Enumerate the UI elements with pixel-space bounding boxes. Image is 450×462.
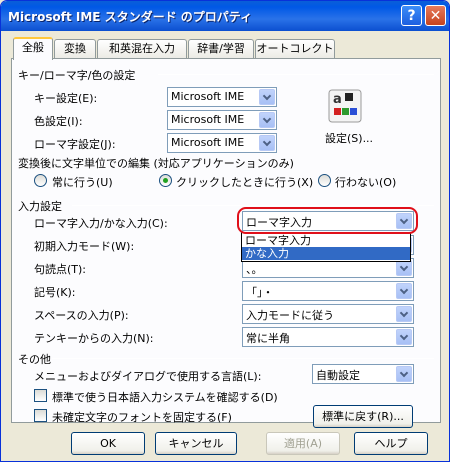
chevron-down-icon[interactable] <box>259 89 275 105</box>
divider <box>72 205 434 206</box>
dropdown-option-selected[interactable]: かな入力 <box>242 247 410 260</box>
key-setting-label: キー設定(E): <box>34 92 98 105</box>
ok-button[interactable]: OK <box>71 432 145 455</box>
window-title: Microsoft IME スタンダード のプロパティ <box>8 10 253 24</box>
ime-settings-icon[interactable]: a <box>327 88 363 124</box>
language-label: メニューおよびダイアログで使用する言語(L): <box>34 370 262 383</box>
title-bar[interactable]: Microsoft IME スタンダード のプロパティ ? ✕ <box>1 1 449 31</box>
numpad-input-select[interactable]: 常に半角 <box>242 327 414 347</box>
romaji-setting-label: ローマ字設定(J): <box>34 138 116 151</box>
svg-text:a: a <box>333 92 342 107</box>
kana-mode-dropdown-list[interactable]: ローマ字入力 かな入力 <box>241 232 411 262</box>
tab-dictionary[interactable]: 辞書/学習 <box>188 39 254 58</box>
apply-button[interactable]: 適用(A) <box>266 432 340 455</box>
chevron-down-icon[interactable] <box>259 112 275 128</box>
chevron-down-icon[interactable] <box>396 366 412 382</box>
color-setting-label: 色設定(I): <box>34 115 83 128</box>
romaji-setting-select[interactable]: Microsoft IME <box>167 133 277 153</box>
cancel-button[interactable]: キャンセル <box>155 432 237 455</box>
tab-general[interactable]: 全般 <box>13 37 53 60</box>
chevron-down-icon[interactable] <box>396 329 412 345</box>
input-section-title: 入力設定 <box>18 200 62 213</box>
radio-never-label[interactable]: 行わない(O) <box>335 174 396 190</box>
chevron-down-icon[interactable] <box>396 306 412 322</box>
confirm-ime-checkbox[interactable] <box>34 389 47 402</box>
numpad-input-label: テンキーからの入力(N): <box>34 332 154 345</box>
confirm-ime-label[interactable]: 標準で使う日本語入力システムを確認する(D) <box>52 389 278 405</box>
reset-default-button[interactable]: 標準に戻す(R)... <box>313 405 413 428</box>
divider <box>52 358 434 359</box>
space-input-label: スペースの入力(P): <box>34 309 129 322</box>
select-value: Microsoft IME <box>171 136 245 149</box>
language-select[interactable]: 自動設定 <box>312 364 414 384</box>
radio-on-click[interactable] <box>159 174 172 187</box>
select-value: 常に半角 <box>246 332 290 345</box>
tab-mixed-input[interactable]: 和英混在入力 <box>97 39 187 58</box>
select-value: 「」・ <box>246 286 274 299</box>
divider <box>158 74 434 75</box>
select-value: 自動設定 <box>316 369 360 382</box>
edit-section-title: 変換後に文字単位での編集 (対応アプリケーションのみ) <box>18 157 294 170</box>
key-section-title: キー/ローマ字/色の設定 <box>18 69 136 82</box>
select-value: Microsoft IME <box>171 113 245 126</box>
radio-never[interactable] <box>318 174 331 187</box>
tab-conversion[interactable]: 変換 <box>54 39 96 58</box>
help-title-button[interactable]: ? <box>401 5 422 26</box>
symbol-label: 記号(K): <box>34 286 76 299</box>
punctuation-label: 句読点(T): <box>34 263 87 276</box>
select-value: 、。 <box>246 263 263 276</box>
chevron-down-icon[interactable] <box>259 135 275 151</box>
highlight-annotation <box>237 207 418 234</box>
key-setting-select[interactable]: Microsoft IME <box>167 87 277 107</box>
fix-font-label[interactable]: 未確定文字のフォントを固定する(F) <box>52 409 232 425</box>
color-setting-select[interactable]: Microsoft IME <box>167 110 277 130</box>
dropdown-option[interactable]: ローマ字入力 <box>242 234 410 247</box>
initial-mode-label: 初期入力モード(W): <box>34 240 135 253</box>
dialog-client: 全般 変換 和英混在入力 辞書/学習 オートコレクト キー/ローマ字/色の設定 … <box>4 31 446 460</box>
chevron-down-icon[interactable] <box>396 260 412 276</box>
kana-mode-label: ローマ字入力/かな入力(C): <box>34 217 168 230</box>
properties-dialog: Microsoft IME スタンダード のプロパティ ? ✕ 全般 変換 和英… <box>0 0 450 462</box>
radio-on-click-label[interactable]: クリックしたときに行う(X) <box>176 174 313 190</box>
radio-always[interactable] <box>34 174 47 187</box>
help-button[interactable]: ヘルプ <box>354 432 428 455</box>
space-input-select[interactable]: 入力モードに従う <box>242 304 414 324</box>
symbol-select[interactable]: 「」・ <box>242 281 414 301</box>
select-value: Microsoft IME <box>171 90 245 103</box>
settings-button[interactable]: 設定(S)... <box>325 130 373 146</box>
chevron-down-icon[interactable] <box>396 283 412 299</box>
tab-autocorrect[interactable]: オートコレクト <box>255 39 335 58</box>
select-value: 入力モードに従う <box>246 309 334 322</box>
close-button[interactable]: ✕ <box>425 5 446 26</box>
other-section-title: その他 <box>18 353 51 366</box>
radio-always-label[interactable]: 常に行う(U) <box>52 174 113 190</box>
fix-font-checkbox[interactable] <box>34 409 47 422</box>
